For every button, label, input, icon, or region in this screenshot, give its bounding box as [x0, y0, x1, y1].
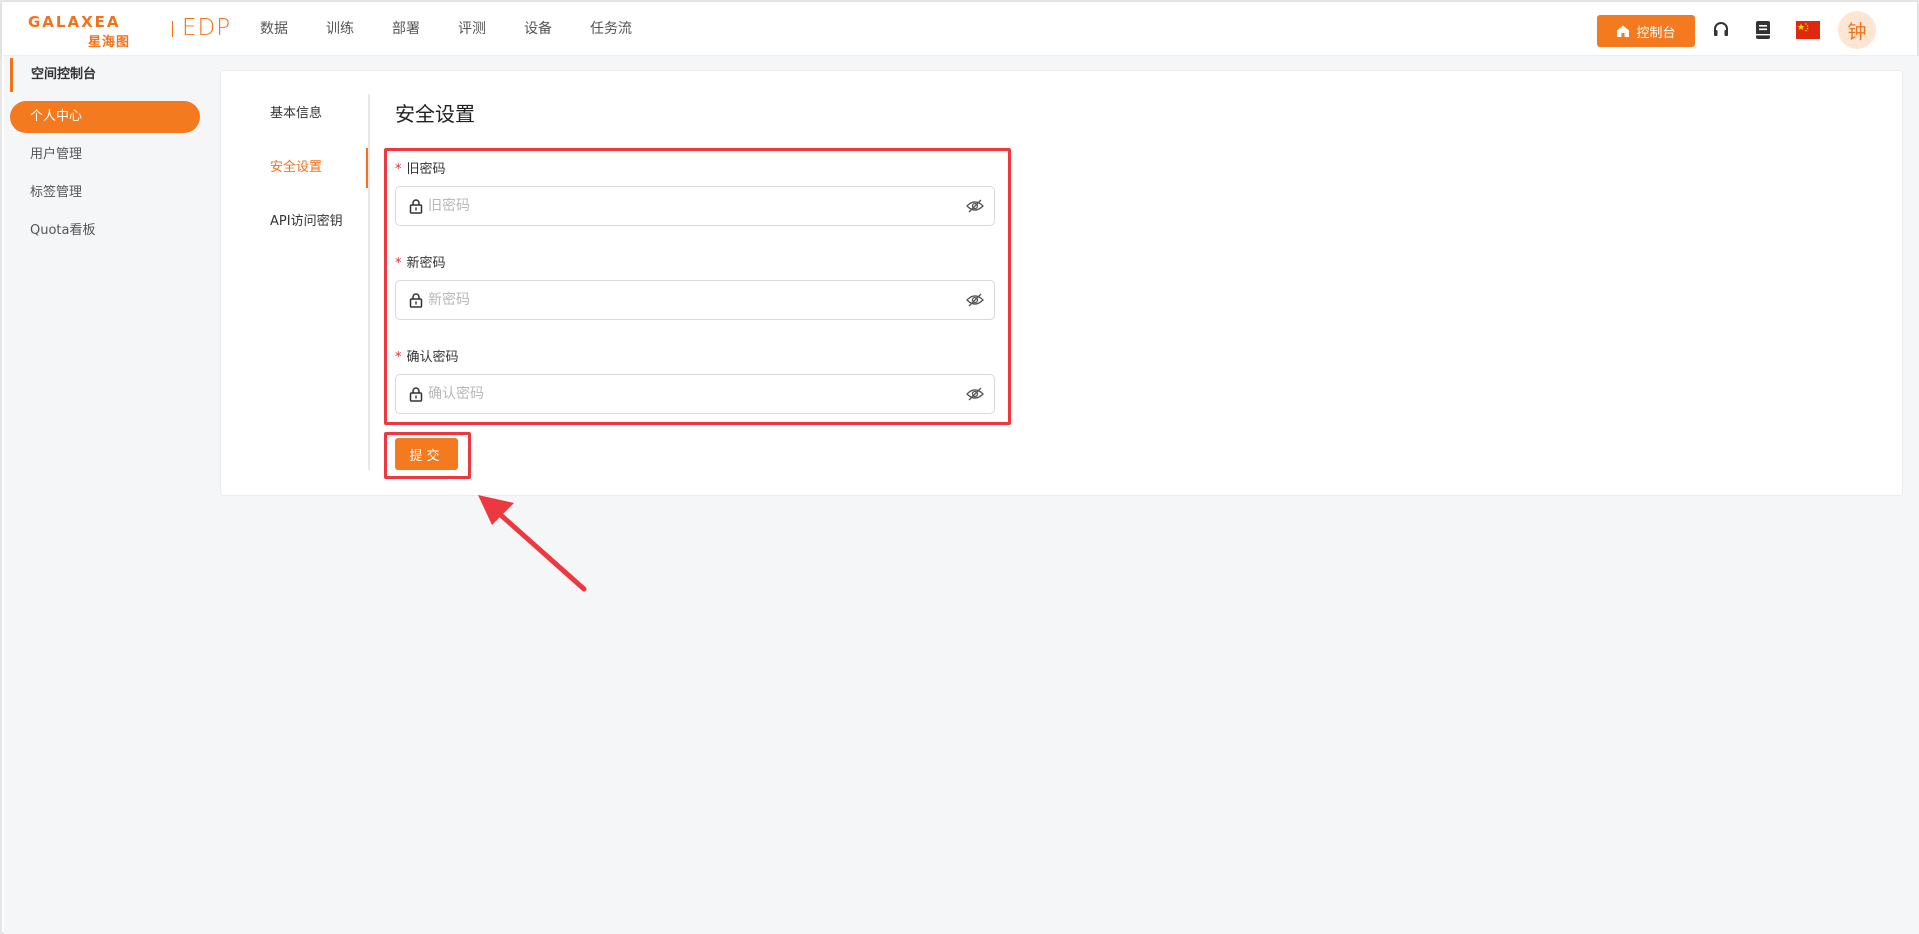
old-password-label: * 旧密码 [395, 162, 446, 177]
user-avatar[interactable]: 钟 [1838, 11, 1876, 49]
product-name: EDP [182, 15, 232, 41]
sidebar-item-personal-center[interactable]: 个人中心 [10, 101, 200, 133]
eye-hidden-icon[interactable] [966, 198, 984, 214]
new-password-field[interactable]: 新密码 [395, 280, 995, 320]
sidebar-title: 空间控制台 [10, 58, 200, 92]
new-password-placeholder: 新密码 [428, 292, 470, 308]
required-mark: * [395, 256, 402, 271]
sidebar: 空间控制台 个人中心 用户管理 标签管理 Quota看板 [4, 56, 204, 934]
console-button[interactable]: 控制台 [1597, 15, 1695, 47]
section-title: 安全设置 [395, 102, 475, 126]
tab-api-keys[interactable]: API访问密钥 [270, 202, 370, 242]
active-tab-indicator [366, 148, 368, 188]
confirm-password-placeholder: 确认密码 [428, 386, 484, 402]
top-header: GALAXEA 星海图 EDP 数据 训练 部署 评测 设备 任务流 控制台 钟 [2, 2, 1917, 56]
sidebar-item-quota-board[interactable]: Quota看板 [10, 215, 200, 247]
nav-item-evaluation[interactable]: 评测 [458, 2, 486, 56]
top-nav: 数据 训练 部署 评测 设备 任务流 [260, 2, 670, 56]
headset-icon[interactable] [1711, 20, 1731, 40]
settings-tabs: 基本信息 安全设置 API访问密钥 [252, 94, 370, 470]
home-icon [1617, 25, 1630, 37]
sidebar-item-user-management[interactable]: 用户管理 [10, 139, 200, 171]
submit-button[interactable]: 提交 [395, 438, 458, 470]
eye-hidden-icon[interactable] [966, 292, 984, 308]
nav-item-deploy[interactable]: 部署 [392, 2, 420, 56]
app-window: GALAXEA 星海图 EDP 数据 训练 部署 评测 设备 任务流 控制台 钟… [0, 0, 1919, 934]
nav-item-training[interactable]: 训练 [326, 2, 354, 56]
old-password-placeholder: 旧密码 [428, 198, 470, 214]
tab-security-settings[interactable]: 安全设置 [270, 148, 370, 188]
logo-cn-text: 星海图 [88, 35, 131, 50]
nav-item-workflow[interactable]: 任务流 [590, 2, 632, 56]
lock-icon [409, 199, 423, 214]
confirm-password-field[interactable]: 确认密码 [395, 374, 995, 414]
logo-divider [172, 21, 173, 37]
annotation-arrow-icon [478, 495, 587, 592]
console-button-label: 控制台 [1636, 25, 1676, 41]
required-mark: * [395, 162, 402, 177]
document-icon[interactable] [1753, 20, 1773, 40]
sidebar-item-tag-management[interactable]: 标签管理 [10, 177, 200, 209]
logo-text: GALAXEA [28, 13, 121, 31]
tab-basic-info[interactable]: 基本信息 [270, 94, 370, 134]
brand-logo[interactable]: GALAXEA 星海图 EDP [28, 13, 232, 50]
nav-item-devices[interactable]: 设备 [524, 2, 552, 56]
nav-item-data[interactable]: 数据 [260, 2, 288, 56]
china-flag-icon[interactable] [1796, 21, 1820, 39]
lock-icon [409, 293, 423, 308]
eye-hidden-icon[interactable] [966, 386, 984, 402]
old-password-field[interactable]: 旧密码 [395, 186, 995, 226]
confirm-password-label: * 确认密码 [395, 350, 459, 365]
required-mark: * [395, 350, 402, 365]
lock-icon [409, 387, 423, 402]
new-password-label: * 新密码 [395, 256, 446, 271]
